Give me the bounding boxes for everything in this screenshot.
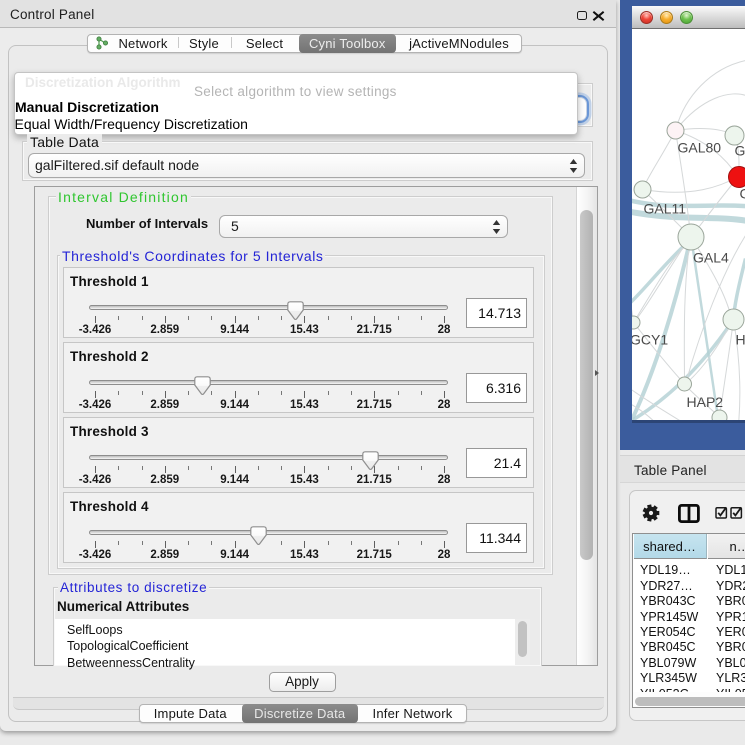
- svg-text:GAL80: GAL80: [677, 139, 721, 155]
- svg-text:GCY1: GCY1: [632, 331, 668, 347]
- svg-text:HAP2: HAP2: [686, 394, 723, 410]
- svg-text:GA: GA: [734, 142, 745, 158]
- svg-text:H: H: [735, 331, 745, 347]
- svg-text:GAL11: GAL11: [643, 200, 686, 216]
- svg-text:C: C: [739, 185, 745, 201]
- svg-text:GAL4: GAL4: [693, 249, 729, 265]
